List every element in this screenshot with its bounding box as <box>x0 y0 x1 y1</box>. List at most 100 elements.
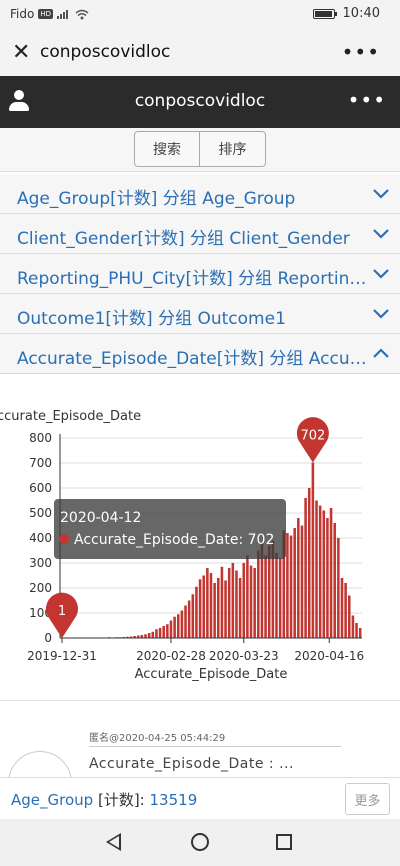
chart-bar[interactable] <box>267 545 271 639</box>
chart-bar[interactable] <box>224 580 227 639</box>
more-icon[interactable]: ••• <box>342 40 380 64</box>
tooltip-value: Accurate_Episode_Date: 702 <box>74 532 274 548</box>
chart-bar[interactable] <box>213 583 216 638</box>
chart-bar[interactable] <box>318 505 322 639</box>
chart-bar[interactable] <box>144 634 147 638</box>
chart-bar[interactable] <box>286 533 289 638</box>
chart-bar[interactable] <box>235 570 238 639</box>
close-icon[interactable]: ✕ <box>12 40 30 65</box>
back-icon[interactable] <box>106 833 121 851</box>
chart-bar[interactable] <box>307 488 311 638</box>
chart-bar[interactable] <box>162 626 165 638</box>
chart-bar[interactable] <box>184 605 187 639</box>
comment-text: Accurate_Episode_Date : ... <box>89 756 294 772</box>
chevron-up-icon <box>373 348 389 358</box>
accordion-item-accurate-episode-date[interactable]: Accurate_Episode_Date[计数] 分组 Accurate_Ep… <box>0 334 400 374</box>
chart-bar[interactable] <box>315 500 318 639</box>
chart-bar[interactable] <box>275 553 278 638</box>
chart-tooltip <box>54 499 286 559</box>
recents-icon[interactable] <box>276 834 292 850</box>
chart-bar[interactable] <box>147 633 151 638</box>
chart-bar[interactable] <box>264 555 267 639</box>
divider <box>89 746 341 747</box>
browser-title: conposcovidloc <box>40 42 171 62</box>
chart-bar[interactable] <box>231 563 235 638</box>
sort-button[interactable]: 排序 <box>200 131 266 167</box>
chevron-down-icon <box>373 309 389 319</box>
search-button[interactable]: 搜索 <box>134 131 200 167</box>
chart-bar[interactable] <box>253 568 256 638</box>
app-more-icon[interactable]: ••• <box>348 88 386 112</box>
chart-bar[interactable] <box>151 631 155 638</box>
y-tick-label: 600 <box>29 481 52 495</box>
x-tick-label: 2020-04-16 <box>294 649 364 663</box>
chart-bar[interactable] <box>169 620 173 639</box>
y-tick-label: 0 <box>44 631 52 645</box>
y-tick-label: 300 <box>29 556 52 570</box>
chart-bar[interactable] <box>329 508 333 638</box>
chart-bar[interactable] <box>333 523 336 638</box>
chart-bar[interactable] <box>246 555 249 639</box>
chart-bar[interactable] <box>187 600 191 639</box>
x-tick-label: 2020-03-23 <box>209 649 279 663</box>
chart-bar[interactable] <box>311 462 315 639</box>
accordion-item-outcome1[interactable]: Outcome1[计数] 分组 Outcome1 <box>0 294 400 334</box>
chart-bar[interactable] <box>227 568 231 638</box>
chart-bar[interactable] <box>358 628 362 638</box>
accordion-item-reporting-phu-city[interactable]: Reporting_PHU_City[计数] 分组 Reporting_PHU_… <box>0 254 400 294</box>
accordion-item-client-gender[interactable]: Client_Gender[计数] 分组 Client_Gender <box>0 214 400 254</box>
tooltip-date: 2020-04-12 <box>60 510 141 526</box>
chart-bar[interactable] <box>209 573 213 638</box>
home-icon[interactable] <box>191 833 209 851</box>
accordion-item-age-group[interactable]: Age_Group[计数] 分组 Age_Group <box>0 174 400 214</box>
chart-bar[interactable] <box>344 583 347 638</box>
x-axis-title: Accurate_Episode_Date <box>135 667 288 682</box>
chart-bar[interactable] <box>297 518 300 638</box>
system-nav-bar <box>0 819 400 866</box>
min-pin-marker-label: 1 <box>58 604 66 619</box>
chart-bar[interactable] <box>293 528 296 638</box>
chart-bar[interactable] <box>249 565 253 639</box>
chart-bar[interactable] <box>220 566 224 638</box>
chart-bar[interactable] <box>355 623 358 638</box>
chart-bar[interactable] <box>322 510 326 639</box>
summary-text[interactable]: Age_Group [计数]: 13519 <box>11 789 197 810</box>
bar-chart[interactable]: 01002003004005006007008002019-12-31 2020-… <box>0 374 400 700</box>
chart-bar[interactable] <box>180 610 184 639</box>
chart-bar[interactable] <box>198 579 202 638</box>
chart-bar[interactable] <box>289 535 293 639</box>
chart-bar[interactable] <box>191 594 195 638</box>
chart-bar[interactable] <box>155 629 158 638</box>
chart-bar[interactable] <box>242 563 246 638</box>
chart-bar[interactable] <box>257 550 260 639</box>
chart-bar[interactable] <box>340 578 344 638</box>
chart-bar[interactable] <box>217 578 220 638</box>
chart-bar[interactable] <box>166 624 169 638</box>
chart-bar[interactable] <box>351 615 355 639</box>
page: Fido HD 10:40 ✕ conposcovidloc ••• conpo <box>0 0 400 866</box>
chart-bar[interactable] <box>206 568 209 638</box>
max-pin-marker-label: 702 <box>300 429 325 444</box>
chart-bar[interactable] <box>347 595 351 639</box>
chart-bar[interactable] <box>173 616 176 638</box>
app-header: conposcovidloc ••• <box>0 76 400 128</box>
summary-agg: [计数]: <box>97 791 145 809</box>
chart-bar[interactable] <box>300 525 304 639</box>
y-axis-title: ccurate_Episode_Date <box>0 409 141 424</box>
chart-bar[interactable] <box>337 538 340 638</box>
chart-bar[interactable] <box>304 498 307 638</box>
chart-bar[interactable] <box>326 518 329 638</box>
chart-bar[interactable] <box>202 575 205 639</box>
accordion-label: Accurate_Episode_Date[计数] 分组 Accurate_Ep… <box>17 349 372 369</box>
chart-bar[interactable] <box>238 578 242 638</box>
chart-bar[interactable] <box>176 614 180 638</box>
y-tick-label: 800 <box>29 431 52 445</box>
more-button[interactable]: 更多 <box>345 783 390 815</box>
toolbar: 搜索 排序 <box>0 128 400 172</box>
chart-bar[interactable] <box>195 586 198 638</box>
chart-bar[interactable] <box>158 628 162 638</box>
x-tick-label: 2019-12-31 <box>27 649 97 663</box>
x-tick-label: 2020-02-28 <box>136 649 206 663</box>
chart-bar[interactable] <box>278 558 282 638</box>
chevron-down-icon <box>373 229 389 239</box>
